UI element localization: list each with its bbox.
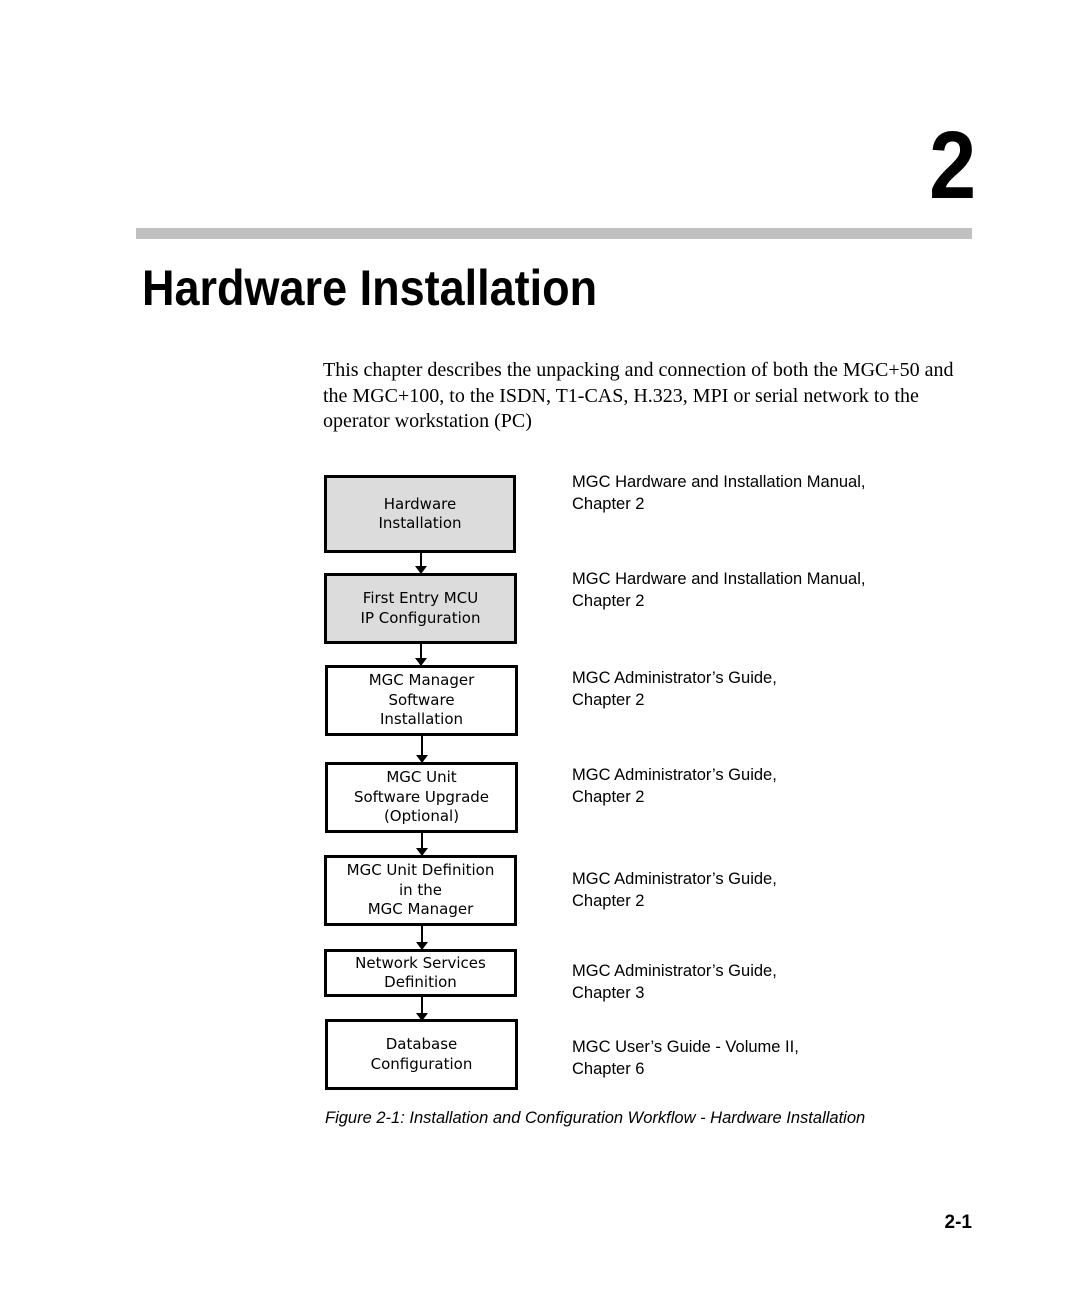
flow-arrow [416,926,428,950]
step-reference: MGC Administrator’s Guide, Chapter 2 [572,870,777,910]
workflow-step-unit-definition: MGC Unit Definition in the MGC Manager [324,855,517,926]
step-reference: MGC Administrator’s Guide, Chapter 3 [572,962,777,1002]
workflow-step-mgc-manager-install: MGC Manager Software Installation [325,665,518,736]
flow-arrow [416,997,428,1021]
step-reference: MGC Administrator’s Guide, Chapter 2 [572,766,777,806]
workflow-step-database-configuration: Database Configuration [325,1019,518,1090]
workflow-step-network-services: Network Services Definition [324,949,517,997]
chapter-divider [136,228,972,239]
chapter-title: Hardware Installation [142,260,598,316]
chapter-number: 2 [928,112,976,219]
page-number: 2-1 [944,1212,972,1233]
workflow-step-first-entry-mcu: First Entry MCU IP Configuration [324,573,517,644]
workflow-step-hardware-installation: Hardware Installation [324,475,516,553]
step-reference: MGC Hardware and Installation Manual, Ch… [572,473,866,513]
step-reference: MGC User’s Guide - Volume II, Chapter 6 [572,1038,799,1078]
flow-arrow [415,644,427,666]
flow-arrow [416,833,428,856]
figure-caption: Figure 2-1: Installation and Configurati… [325,1109,866,1127]
step-reference: MGC Administrator’s Guide, Chapter 2 [572,669,777,709]
flow-arrow [416,736,428,763]
intro-paragraph: This chapter describes the unpacking and… [323,359,954,432]
workflow-step-mgc-unit-upgrade: MGC Unit Software Upgrade (Optional) [325,762,518,833]
flow-arrow [415,553,427,574]
step-reference: MGC Hardware and Installation Manual, Ch… [572,570,866,610]
